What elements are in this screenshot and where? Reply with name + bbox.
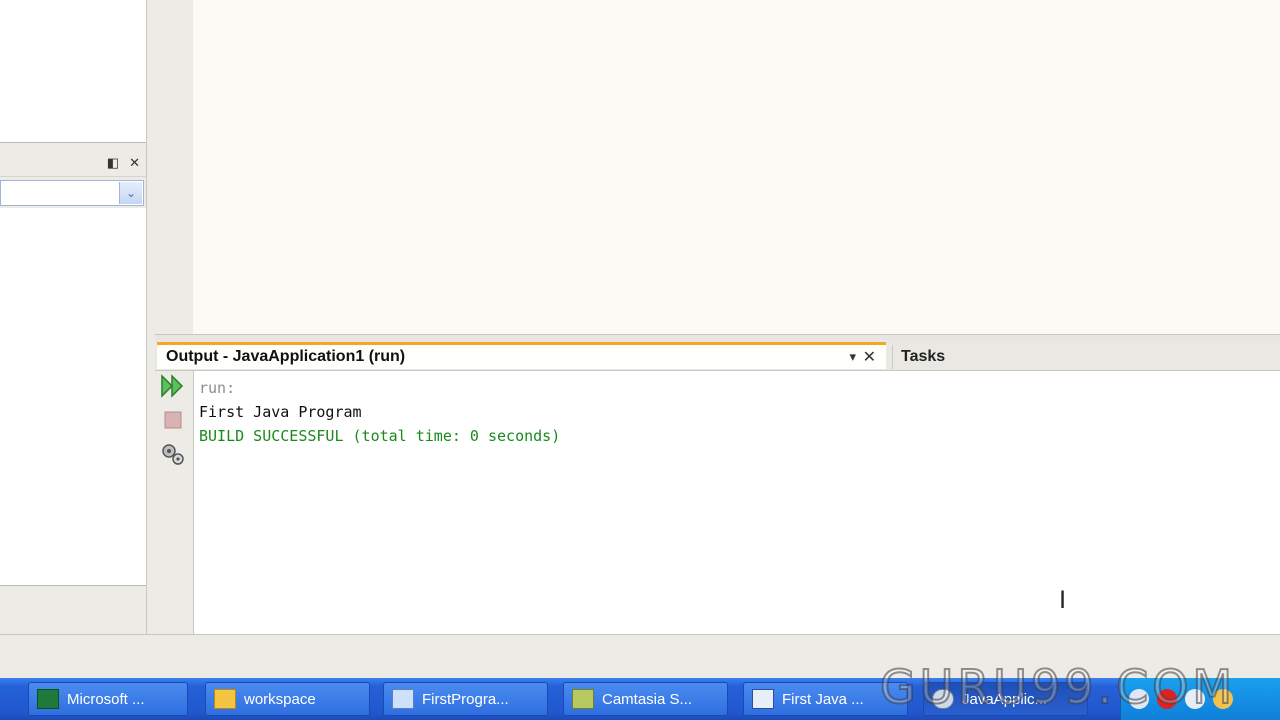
tab-tasks[interactable]: Tasks xyxy=(892,345,953,369)
stop-button[interactable] xyxy=(159,407,187,433)
left-splitter[interactable] xyxy=(146,0,155,634)
minimize-window-icon[interactable]: ◧ xyxy=(107,155,119,171)
navigator-combo[interactable]: ⌄ xyxy=(0,180,144,206)
window-menu-icon[interactable]: ▾ xyxy=(849,349,856,365)
output-console[interactable]: run: First Java Program BUILD SUCCESSFUL… xyxy=(194,371,1280,634)
rerun-icon xyxy=(161,374,184,398)
output-toolbar xyxy=(155,371,194,634)
console-line: run: xyxy=(199,379,236,397)
tab-output[interactable]: Output - JavaApplication1 (run) ▾ ✕ xyxy=(157,342,886,369)
navigator-header: ◧ ✕ xyxy=(0,150,146,177)
console-line: BUILD SUCCESSFUL (total time: 0 seconds) xyxy=(199,427,561,445)
word-icon xyxy=(752,689,774,709)
stop-icon xyxy=(164,411,182,429)
navigator-panel xyxy=(0,208,146,586)
output-tab-bar: Output - JavaApplication1 (run) ▾ ✕ Task… xyxy=(155,342,1280,371)
document-icon xyxy=(392,689,414,709)
rerun-button[interactable] xyxy=(159,373,187,399)
camtasia-icon xyxy=(572,689,594,709)
close-icon[interactable]: ✕ xyxy=(863,347,876,367)
taskbar-item-camtasia[interactable]: Camtasia S... xyxy=(563,682,728,716)
settings-icon xyxy=(162,444,184,465)
taskbar-item-firstprogram[interactable]: FirstProgra... xyxy=(383,682,548,716)
text-cursor-icon: I xyxy=(1059,586,1067,614)
editor-area[interactable] xyxy=(193,0,1280,334)
taskbar-item-workspace[interactable]: workspace xyxy=(205,682,370,716)
taskbar-item-excel[interactable]: Microsoft ... xyxy=(28,682,188,716)
watermark: GURU99.COM xyxy=(879,659,1237,715)
output-tab-title: Output - JavaApplication1 (run) xyxy=(166,348,406,365)
excel-icon xyxy=(37,689,59,709)
editor-gutter xyxy=(155,0,194,334)
console-line: First Java Program xyxy=(199,403,362,421)
chevron-down-icon[interactable]: ⌄ xyxy=(119,182,142,204)
folder-icon xyxy=(214,689,236,709)
settings-button[interactable] xyxy=(159,441,187,467)
close-icon[interactable]: ✕ xyxy=(129,155,140,171)
projects-panel xyxy=(0,0,146,143)
